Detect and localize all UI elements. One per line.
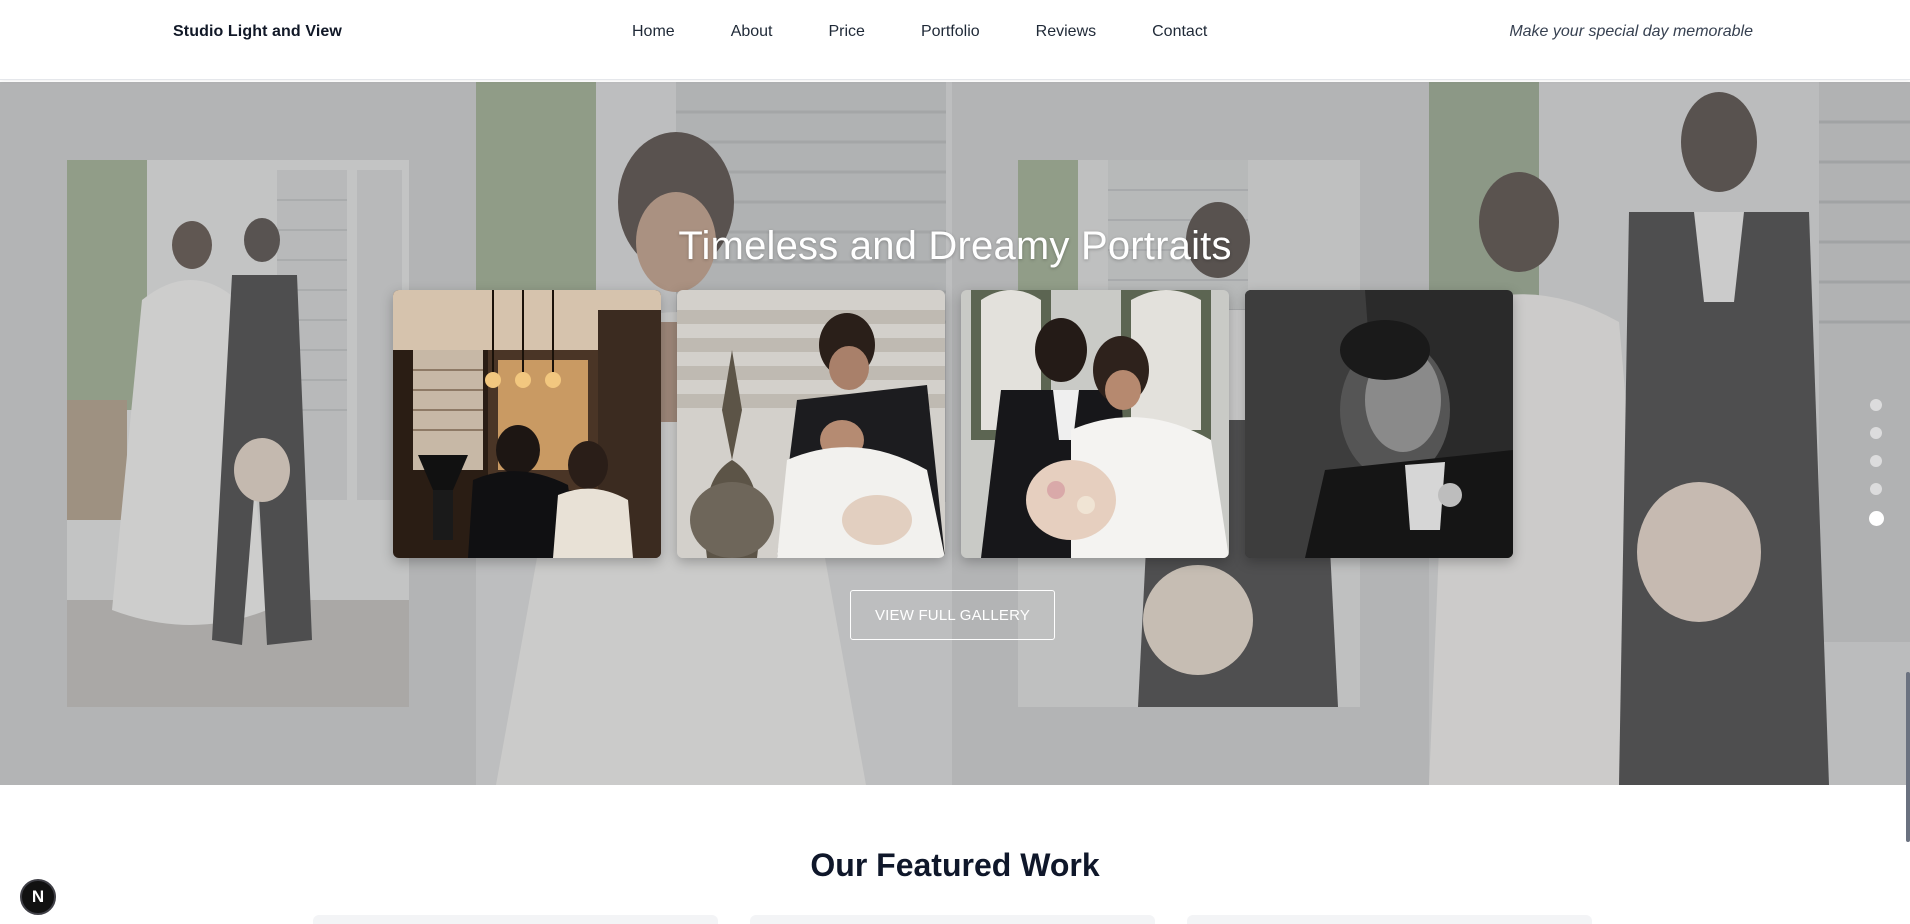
slide-dot-2[interactable] <box>1870 427 1882 439</box>
gallery-thumb-2[interactable] <box>677 290 945 558</box>
featured-card-2[interactable] <box>750 915 1155 924</box>
dev-tools-badge[interactable]: N <box>20 879 56 915</box>
slide-dot-5-active[interactable] <box>1869 511 1884 526</box>
slide-dot-4[interactable] <box>1870 483 1882 495</box>
nav-portfolio-link[interactable]: Portfolio <box>921 23 980 41</box>
nav-reviews-link[interactable]: Reviews <box>1036 23 1096 41</box>
view-full-gallery-button[interactable]: VIEW FULL GALLERY <box>850 590 1055 640</box>
slide-dot-1[interactable] <box>1870 399 1882 411</box>
hero-slideshow: Timeless and Dreamy Portraits VIEW FULL … <box>0 82 1910 785</box>
gallery-thumb-3[interactable] <box>961 290 1229 558</box>
header-tagline: Make your special day memorable <box>1509 23 1753 40</box>
brand-logo-text[interactable]: Studio Light and View <box>173 23 342 41</box>
hero-title: Timeless and Dreamy Portraits <box>678 224 1232 268</box>
nav-about-link[interactable]: About <box>731 23 773 41</box>
slide-dot-3[interactable] <box>1870 455 1882 467</box>
main-nav: Home About Price Portfolio Reviews Conta… <box>632 23 1207 41</box>
gallery-thumb-4[interactable] <box>1245 290 1513 558</box>
hero-thumbnail-row <box>393 290 1513 558</box>
gallery-thumb-1[interactable] <box>393 290 661 558</box>
page-scrollbar-thumb[interactable] <box>1906 672 1910 842</box>
site-header: Studio Light and View Home About Price P… <box>0 0 1910 80</box>
featured-work-heading: Our Featured Work <box>810 847 1100 883</box>
featured-card-1[interactable] <box>313 915 718 924</box>
nav-price-link[interactable]: Price <box>829 23 865 41</box>
featured-card-3[interactable] <box>1187 915 1592 924</box>
slide-indicator-dots <box>1869 399 1884 526</box>
nav-home-link[interactable]: Home <box>632 23 675 41</box>
nav-contact-link[interactable]: Contact <box>1152 23 1207 41</box>
